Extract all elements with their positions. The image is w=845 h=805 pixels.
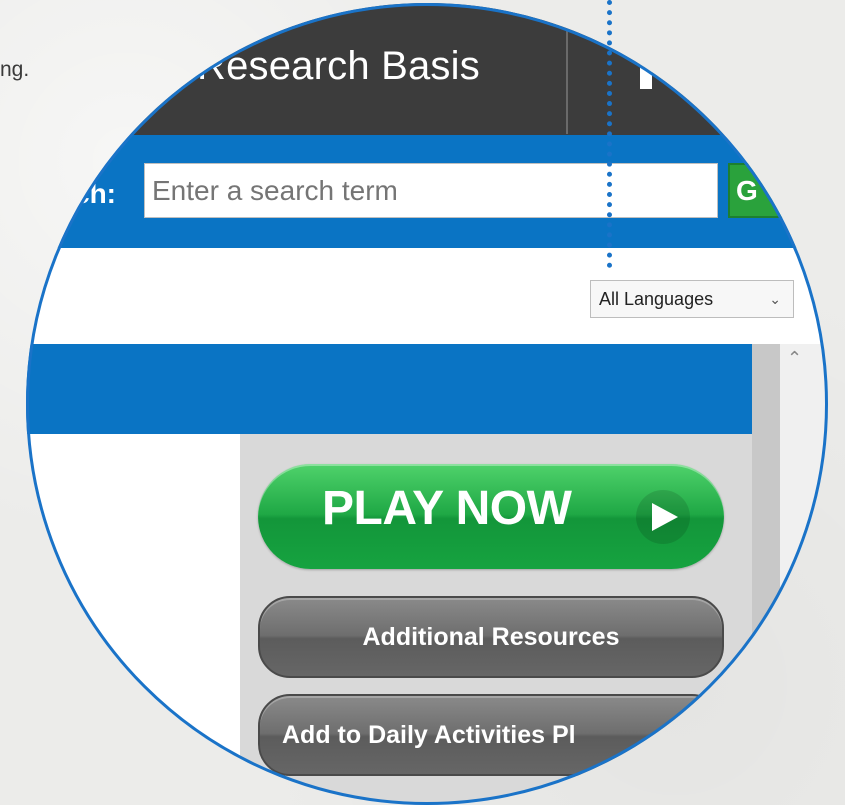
background-text: ng. — [0, 58, 30, 81]
go-button[interactable]: G — [728, 163, 808, 218]
add-daily-activities-button[interactable]: Add to Daily Activities Pl — [258, 694, 724, 776]
chevron-up-icon[interactable]: ⌃ — [787, 348, 802, 369]
play-triangle-icon — [636, 490, 690, 544]
page: ng. - Research Basis ch: G All Languages… — [0, 0, 845, 805]
search-label: ch: — [74, 178, 116, 209]
callout-dotted-line — [607, 0, 612, 268]
tab-divider — [566, 20, 568, 134]
tab-research-basis[interactable]: Research Basis — [197, 44, 480, 89]
language-select-value: All Languages — [599, 289, 714, 309]
tab-next-partial[interactable] — [640, 55, 652, 89]
magnified-ui: Research Basis ch: G All Languages ⌄ ⌃ P… — [26, 3, 828, 805]
panel-header — [26, 344, 752, 434]
search-input[interactable] — [144, 163, 718, 218]
scrollbar-thumb[interactable] — [752, 344, 780, 805]
chevron-down-icon: ⌄ — [769, 291, 781, 307]
language-select[interactable]: All Languages ⌄ — [590, 280, 794, 318]
play-now-label: PLAY NOW — [322, 482, 572, 535]
magnifier-lens: Research Basis ch: G All Languages ⌄ ⌃ P… — [26, 3, 828, 805]
additional-resources-button[interactable]: Additional Resources — [258, 596, 724, 678]
